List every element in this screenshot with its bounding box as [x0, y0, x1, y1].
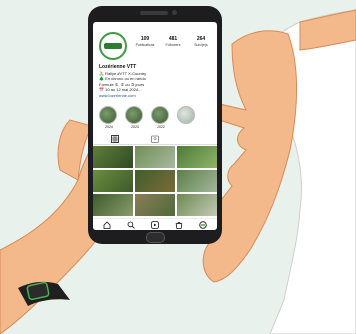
- reels-icon[interactable]: [151, 221, 159, 229]
- stat-value: 264: [196, 36, 206, 42]
- profile-header: 109 Publications 481 Followers 264 Suivi…: [97, 28, 215, 62]
- profile-tabs: [93, 134, 217, 145]
- stat-label: Suivi(e)s: [194, 43, 208, 47]
- post-thumbnail[interactable]: [93, 146, 133, 168]
- stat-value: 109: [140, 36, 150, 42]
- tagged-icon[interactable]: [151, 135, 159, 143]
- watch-face: [26, 281, 50, 301]
- profile-avatar[interactable]: [99, 32, 127, 60]
- post-thumbnail[interactable]: [93, 170, 133, 192]
- stat-label: Publications: [135, 43, 155, 47]
- smartphone: 109 Publications 481 Followers 264 Suivi…: [88, 6, 222, 244]
- post-thumbnail[interactable]: [135, 146, 175, 168]
- highlight-cover: [151, 106, 169, 124]
- stat-following[interactable]: 264 Suivi(e)s: [187, 36, 215, 48]
- stat-label: Followers: [165, 43, 181, 47]
- profile-icon[interactable]: [199, 221, 207, 229]
- grid-icon[interactable]: [111, 135, 119, 143]
- phone-top-bezel: [88, 6, 222, 20]
- highlight-cover: [177, 106, 195, 124]
- profile-link[interactable]: www.lozerienne.com: [99, 93, 213, 99]
- bottom-navigation: [93, 218, 217, 230]
- highlight-label: 2024: [105, 125, 113, 129]
- brand-logo: [104, 43, 122, 49]
- stat-followers[interactable]: 481 Followers: [159, 36, 187, 48]
- profile-bio: Lozérienne VTT 🚴 Rallye #VTT X-Country 🌲…: [99, 64, 213, 99]
- post-thumbnail[interactable]: [177, 170, 217, 192]
- story-highlights: 2024 2023 2022: [99, 106, 215, 130]
- highlight-item[interactable]: [177, 106, 197, 125]
- highlight-item[interactable]: 2022: [151, 106, 171, 129]
- highlight-item[interactable]: 2023: [125, 106, 145, 129]
- highlight-item[interactable]: 2024: [99, 106, 119, 129]
- stat-publications[interactable]: 109 Publications: [131, 36, 159, 48]
- post-thumbnail[interactable]: [177, 146, 217, 168]
- post-thumbnail[interactable]: [177, 194, 217, 216]
- home-button[interactable]: [146, 232, 165, 243]
- post-thumbnail[interactable]: [135, 170, 175, 192]
- profile-name: Lozérienne VTT: [99, 64, 137, 70]
- post-grid: [93, 146, 217, 216]
- speaker-slot: [140, 11, 168, 15]
- highlight-cover: [125, 106, 143, 124]
- highlight-cover: [99, 106, 117, 124]
- post-thumbnail[interactable]: [135, 194, 175, 216]
- illustration-scene: 109 Publications 481 Followers 264 Suivi…: [0, 0, 356, 334]
- shop-icon[interactable]: [175, 221, 183, 229]
- post-thumbnail[interactable]: [93, 194, 133, 216]
- phone-screen: 109 Publications 481 Followers 264 Suivi…: [93, 22, 217, 230]
- stat-value: 481: [168, 36, 178, 42]
- search-icon[interactable]: [127, 221, 135, 229]
- front-camera: [172, 10, 177, 15]
- home-icon[interactable]: [103, 221, 111, 229]
- highlight-label: 2023: [131, 125, 139, 129]
- highlight-label: 2022: [157, 125, 165, 129]
